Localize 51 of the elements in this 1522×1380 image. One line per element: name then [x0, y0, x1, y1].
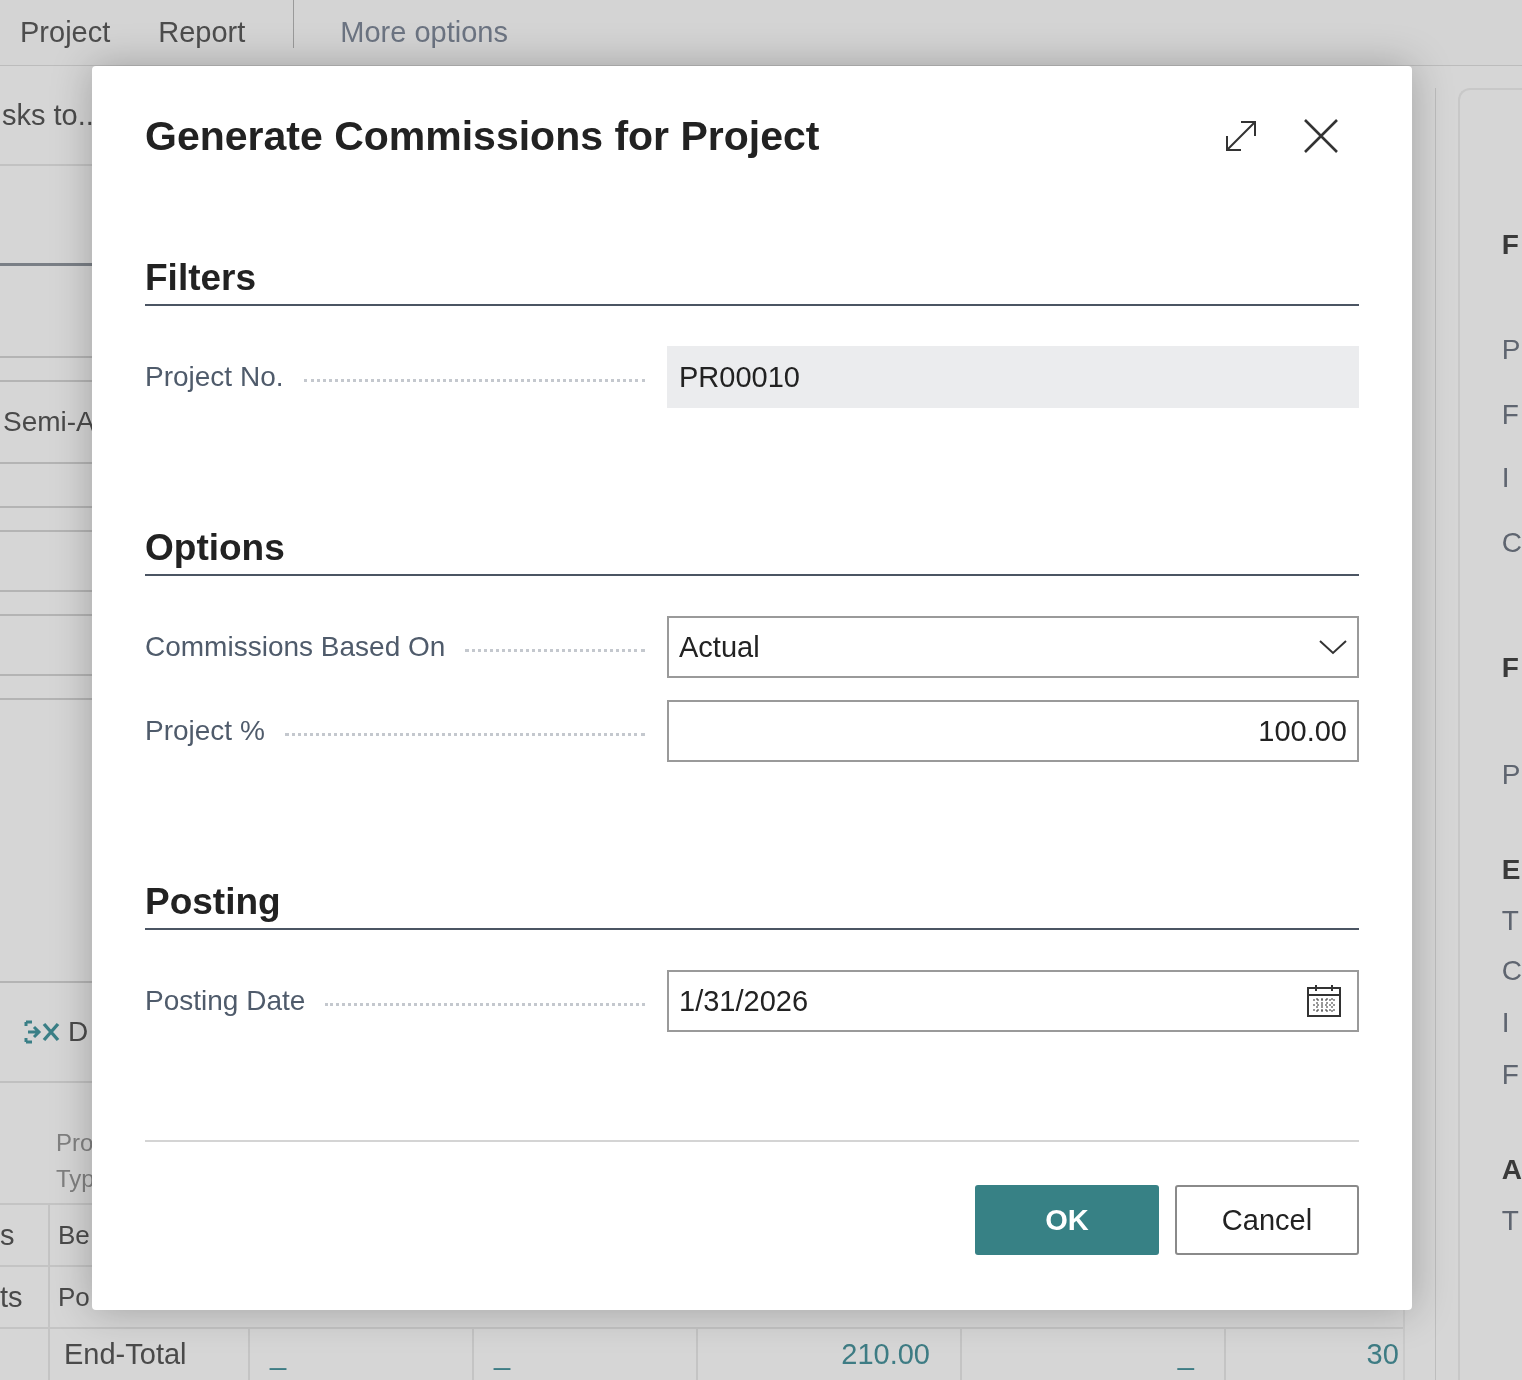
section-heading: Options: [145, 526, 1359, 576]
calendar-icon[interactable]: [1307, 985, 1341, 1017]
field-label: Project No.: [145, 361, 284, 393]
factbox-text: I: [1501, 1007, 1511, 1039]
table-cell: _: [250, 1329, 474, 1380]
factbox-text: A: [1501, 1154, 1522, 1186]
table-cell: End-Total: [58, 1329, 250, 1380]
factbox-text: F: [1501, 399, 1520, 431]
field-label: Posting Date: [145, 985, 306, 1017]
dialog-button[interactable]: OK: [975, 1185, 1159, 1255]
factbox-text: C: [1501, 527, 1522, 559]
factbox-text: T: [1501, 905, 1520, 937]
table-cell: 210.00: [698, 1329, 962, 1380]
page-subtitle: sks to..: [2, 98, 94, 132]
dialog-button[interactable]: Cancel: [1175, 1185, 1359, 1255]
table-cell: Be: [58, 1219, 90, 1251]
close-icon[interactable]: [1303, 118, 1339, 154]
table-cell: Po: [58, 1281, 90, 1313]
factbox-text: I: [1501, 462, 1511, 494]
chevron-down-icon[interactable]: [1319, 639, 1347, 655]
table-cell: _: [962, 1329, 1226, 1380]
factbox-text: C: [1501, 955, 1522, 987]
table-cell-text: 30: [1365, 1337, 1400, 1372]
factbox-text: E: [1501, 854, 1522, 886]
factbox-text: P: [1501, 759, 1522, 791]
table-cell: ts: [0, 1267, 50, 1327]
column-header: Pro: [56, 1128, 92, 1158]
menu-item[interactable]: Project: [20, 16, 111, 49]
delete-lines-icon[interactable]: [24, 1019, 60, 1045]
table-cell: s: [0, 1205, 50, 1265]
factbox-text: F: [1501, 652, 1520, 684]
menu-item[interactable]: Report: [158, 16, 246, 49]
field-value: Semi-A: [2, 406, 95, 438]
factbox-text: T: [1501, 1205, 1520, 1237]
section-heading: Filters: [145, 256, 1359, 306]
input-field[interactable]: 100.00: [667, 700, 1359, 762]
section-heading: Posting: [145, 880, 1359, 930]
column-header: Typ: [56, 1164, 92, 1194]
date-field[interactable]: 1/31/2026: [667, 970, 1359, 1032]
field-label: Project %: [145, 715, 265, 747]
field-label: Commissions Based On: [145, 631, 446, 663]
more-options[interactable]: More options: [340, 16, 508, 49]
action-label[interactable]: D: [68, 1016, 89, 1048]
dialog-title: Generate Commissions for Project: [145, 112, 821, 160]
factbox-text: F: [1501, 1059, 1520, 1091]
expand-icon[interactable]: [1223, 118, 1259, 154]
dropdown-field[interactable]: Actual: [667, 616, 1359, 678]
factbox-text: P: [1501, 334, 1522, 366]
table-cell: _: [474, 1329, 698, 1380]
factbox-text: F: [1501, 229, 1520, 261]
project-number-field: PR00010: [667, 346, 1359, 408]
